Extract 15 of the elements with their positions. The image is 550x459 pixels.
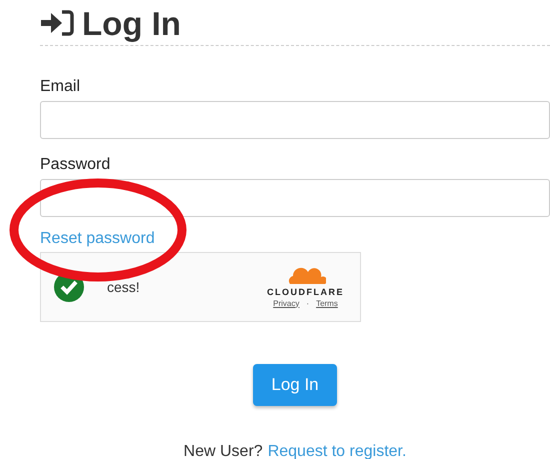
- register-link[interactable]: Request to register.: [268, 443, 406, 459]
- footer-link[interactable]: Terms: [316, 298, 338, 308]
- brand-name: CLOUDFLARE: [267, 286, 344, 296]
- input-field[interactable]: [40, 179, 550, 217]
- login-icon: [40, 9, 74, 37]
- page-title: Log In: [82, 6, 181, 40]
- separator: ·: [306, 298, 310, 308]
- field-label: Password: [40, 156, 110, 174]
- status-text: cess!: [107, 279, 140, 295]
- footer-link[interactable]: Privacy: [273, 298, 300, 308]
- field-label: Email: [40, 78, 80, 96]
- login-button[interactable]: Log In: [253, 364, 337, 406]
- reset-password-link[interactable]: Reset password: [40, 230, 155, 248]
- footer-text: New User?: [184, 443, 263, 459]
- input-field[interactable]: [40, 101, 550, 139]
